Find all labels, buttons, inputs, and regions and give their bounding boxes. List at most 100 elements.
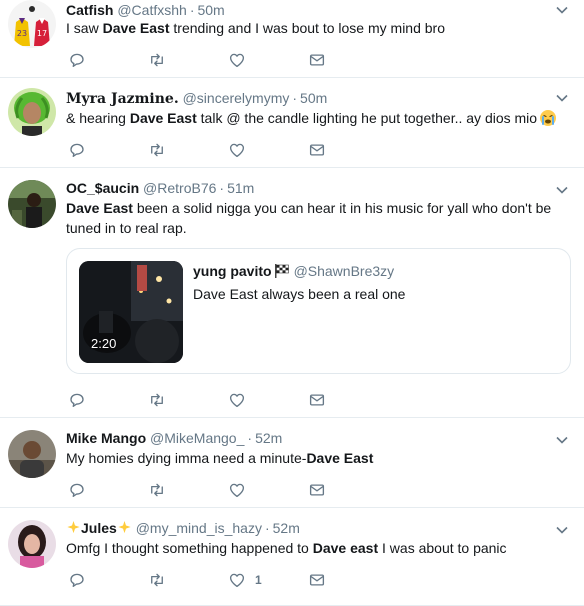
- user-handle[interactable]: @sincerelymymy: [183, 90, 290, 106]
- reply-button[interactable]: [68, 570, 86, 590]
- tweet-header: Myra Jazmine. @sincerelymymy · 50m: [66, 88, 554, 108]
- checkered-flag-icon: [274, 264, 289, 278]
- display-name[interactable]: OC_$aucin: [66, 180, 139, 196]
- tweet-text-part: Omfg I thought something happened to: [66, 540, 313, 556]
- separator-dot: ·: [189, 2, 195, 18]
- reply-icon: [70, 573, 84, 588]
- tweet-text: I saw Dave East trending and I was bout …: [66, 18, 562, 38]
- timestamp[interactable]: 52m: [273, 520, 300, 536]
- retweet-icon: [151, 483, 163, 497]
- reply-icon: [70, 53, 84, 68]
- street-photo-avatar-icon: [8, 180, 56, 228]
- retweet-button[interactable]: [148, 50, 166, 70]
- tweet-actions: [66, 480, 366, 502]
- chevron-down-icon[interactable]: [556, 184, 568, 196]
- like-button[interactable]: [228, 390, 246, 410]
- quoted-tweet[interactable]: 2:20 yung pavito @ShawnBre3zy Dave East a…: [66, 248, 571, 374]
- quoted-tweet-text: Dave East always been a real one: [193, 286, 406, 302]
- chevron-down-icon[interactable]: [556, 434, 568, 446]
- tweet[interactable]: OC_$aucin @RetroB76 · 51m Dave East been a…: [0, 168, 584, 418]
- avatar[interactable]: [8, 180, 56, 228]
- direct-message-button[interactable]: [308, 140, 326, 160]
- quoted-user-handle: @ShawnBre3zy: [293, 263, 395, 279]
- tweet-text: Omfg I thought something happened to Dav…: [66, 538, 562, 558]
- timestamp[interactable]: 52m: [255, 430, 282, 446]
- display-name[interactable]: Catfish: [66, 2, 113, 18]
- user-handle[interactable]: @Catfxshh: [117, 2, 186, 18]
- display-name[interactable]: Jules: [66, 520, 132, 536]
- highlight-text: Dave East: [102, 20, 170, 36]
- retweet-icon: [151, 573, 163, 587]
- chevron-down-icon[interactable]: [556, 524, 568, 536]
- envelope-icon: [309, 574, 325, 586]
- reply-button[interactable]: [68, 390, 86, 410]
- retweet-button[interactable]: [148, 480, 166, 500]
- tweet-text: & hearing Dave East talk @ the candle li…: [66, 108, 562, 128]
- video-duration: 2:20: [91, 336, 117, 351]
- envelope-icon: [309, 144, 325, 156]
- like-count: 1: [255, 573, 262, 587]
- retweet-button[interactable]: [148, 390, 166, 410]
- tweet-actions: [66, 140, 366, 162]
- retweet-button[interactable]: [148, 570, 166, 590]
- tweet[interactable]: Mike Mango @MikeMango_ · 52m My homies dyi…: [0, 418, 584, 508]
- user-handle[interactable]: @MikeMango_: [150, 430, 244, 446]
- reply-icon: [70, 393, 84, 408]
- svg-text:17: 17: [37, 29, 47, 38]
- video-thumbnail[interactable]: 2:20: [79, 261, 183, 363]
- reply-button[interactable]: [68, 50, 86, 70]
- tweet-actions: 1: [66, 570, 366, 592]
- avatar[interactable]: 23 17: [8, 0, 56, 48]
- separator-dot: ·: [292, 90, 298, 106]
- reply-icon: [70, 483, 84, 498]
- tweet-actions: [66, 50, 366, 72]
- retweet-icon: [151, 53, 163, 67]
- chevron-down-icon[interactable]: [556, 4, 568, 16]
- quoted-display-name: yung pavito: [193, 263, 272, 279]
- tweet[interactable]: Jules @my_mind_is_hazy · 52m Omfg I though…: [0, 508, 584, 606]
- tweet[interactable]: 23 17 Catfish @Catfxshh · 50m I saw Dave E…: [0, 0, 584, 78]
- direct-message-button[interactable]: [308, 570, 326, 590]
- display-name-text: Jules: [81, 520, 117, 536]
- quoted-tweet-header: yung pavito @ShawnBre3zy: [193, 262, 394, 280]
- retweet-icon: [151, 143, 163, 157]
- highlight-text: Dave East: [129, 110, 197, 126]
- timestamp[interactable]: 51m: [227, 180, 254, 196]
- svg-text:23: 23: [17, 29, 27, 38]
- reply-button[interactable]: [68, 480, 86, 500]
- tweet[interactable]: Myra Jazmine. @sincerelymymy · 50m & heari…: [0, 78, 584, 168]
- tweet-text-part: I was about to panic: [378, 540, 507, 556]
- direct-message-button[interactable]: [308, 50, 326, 70]
- sparkles-icon: [118, 520, 131, 534]
- timeline: 23 17 Catfish @Catfxshh · 50m I saw Dave E…: [0, 0, 584, 606]
- heart-icon: [229, 143, 245, 158]
- tweet-header: OC_$aucin @RetroB76 · 51m: [66, 178, 554, 198]
- avatar[interactable]: [8, 88, 56, 136]
- green-hair-avatar-icon: [8, 88, 56, 136]
- display-name[interactable]: Mike Mango: [66, 430, 146, 446]
- woman-photo-avatar-icon: [8, 520, 56, 568]
- heart-icon: [229, 53, 245, 68]
- tweet-header: Mike Mango @MikeMango_ · 52m: [66, 428, 554, 448]
- tweet-header: Catfish @Catfxshh · 50m: [66, 0, 554, 20]
- timestamp[interactable]: 50m: [197, 2, 224, 18]
- user-handle[interactable]: @my_mind_is_hazy: [136, 520, 262, 536]
- retweet-button[interactable]: [148, 140, 166, 160]
- like-button[interactable]: 1: [228, 570, 262, 590]
- tweet-text: Dave East been a solid nigga you can hea…: [66, 198, 562, 238]
- like-button[interactable]: [228, 50, 246, 70]
- direct-message-button[interactable]: [308, 390, 326, 410]
- like-button[interactable]: [228, 140, 246, 160]
- retweet-icon: [151, 393, 163, 407]
- separator-dot: ·: [219, 180, 225, 196]
- chevron-down-icon[interactable]: [556, 92, 568, 104]
- tweet-text-part: I saw: [66, 20, 103, 36]
- direct-message-button[interactable]: [308, 480, 326, 500]
- avatar[interactable]: [8, 430, 56, 478]
- reply-button[interactable]: [68, 140, 86, 160]
- like-button[interactable]: [228, 480, 246, 500]
- timestamp[interactable]: 50m: [300, 90, 327, 106]
- user-handle[interactable]: @RetroB76: [143, 180, 216, 196]
- display-name[interactable]: Myra Jazmine.: [66, 91, 179, 107]
- avatar[interactable]: [8, 520, 56, 568]
